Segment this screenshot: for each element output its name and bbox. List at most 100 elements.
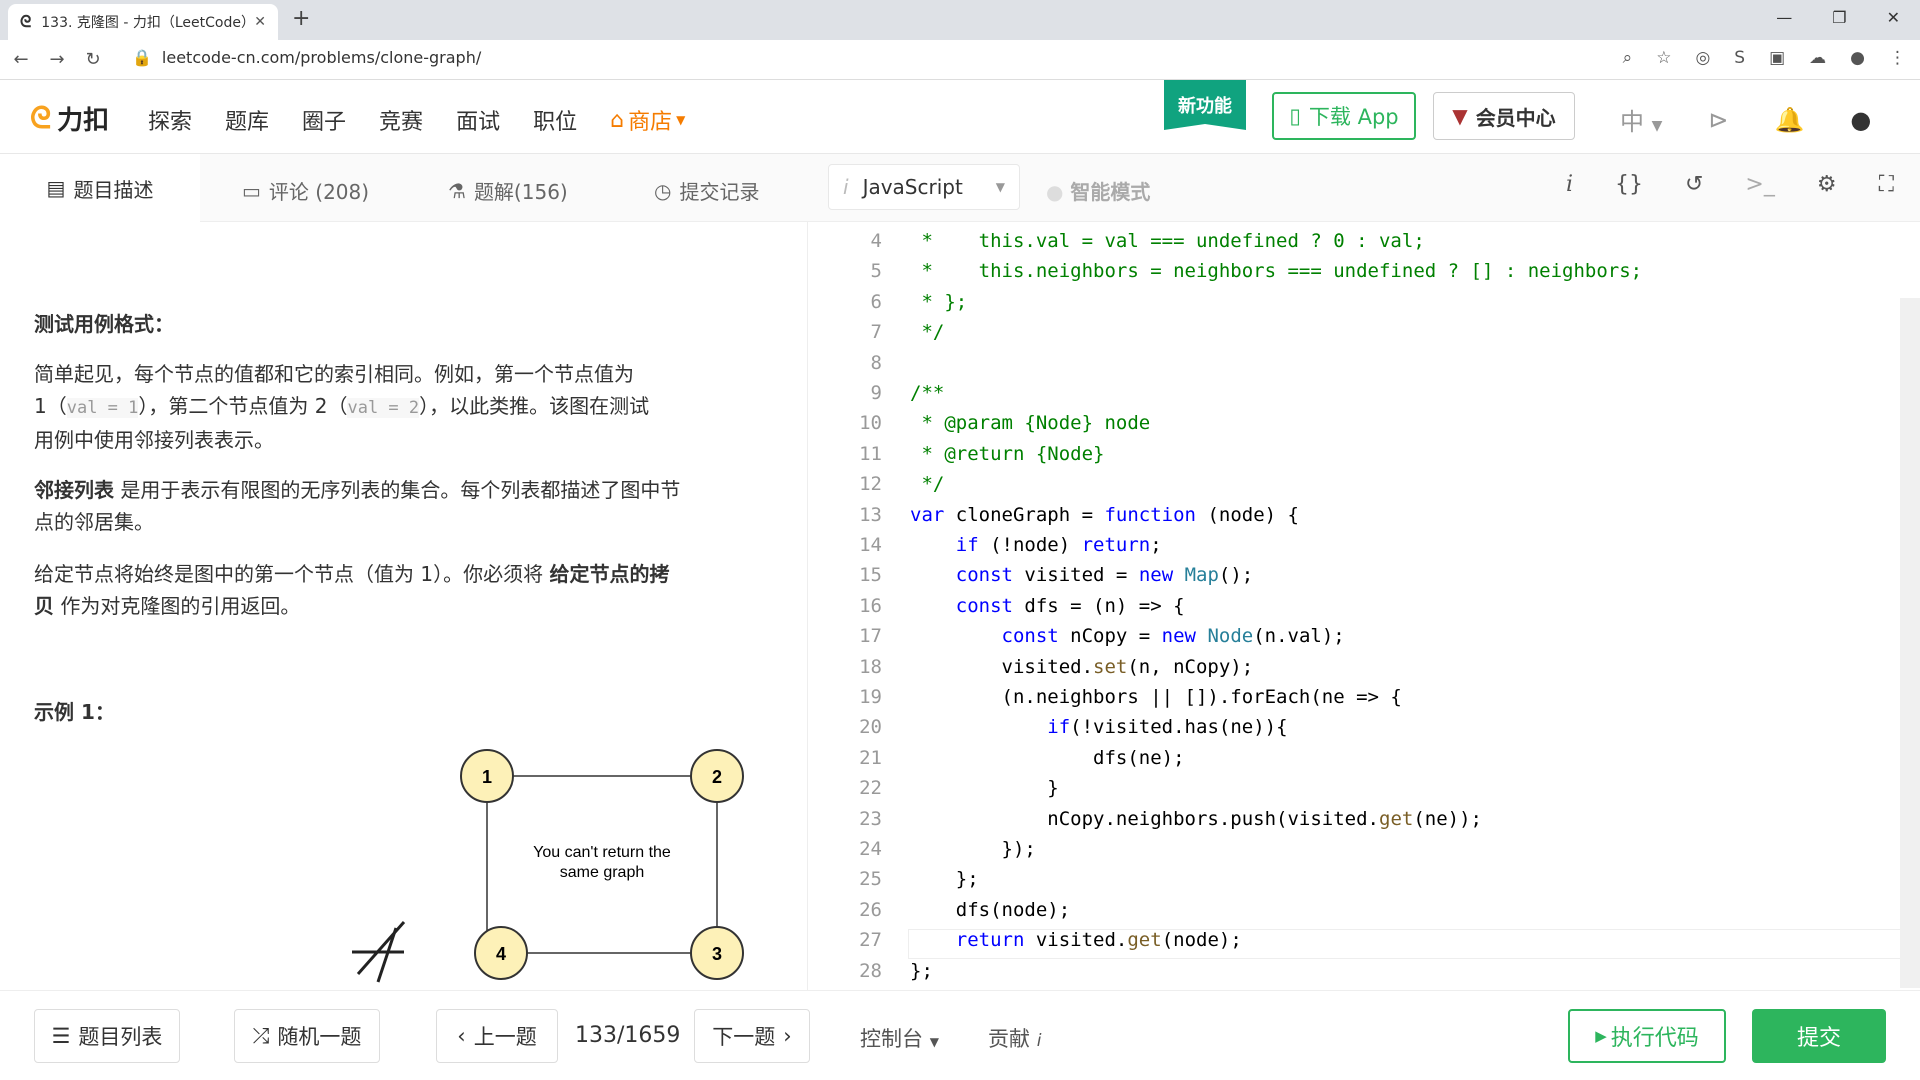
new-feature-badge[interactable]: 新功能 — [1164, 80, 1246, 130]
nav-problemset[interactable]: 题库 — [225, 104, 269, 136]
problem-list-button[interactable]: ☰ 题目列表 — [34, 1009, 180, 1063]
language-switch[interactable]: 中 ▼ — [1620, 102, 1662, 137]
chevron-down-icon: ▼ — [995, 180, 1005, 194]
logo[interactable]: ᘓ 力扣 — [30, 100, 109, 137]
code-line: 27 return visited.get(node); — [828, 929, 1920, 959]
code-token: new — [1138, 564, 1174, 587]
code-line: 28}; — [828, 960, 1920, 990]
smart-mode-label: 智能模式 — [1070, 180, 1151, 204]
chevron-left-icon: ‹ — [457, 1024, 466, 1048]
restore-icon[interactable]: ❐ — [1832, 8, 1846, 27]
extension-s-icon[interactable]: S — [1734, 48, 1745, 68]
code-token: dfs(ne); — [910, 746, 1185, 769]
playground-icon[interactable]: ⊳ — [1708, 106, 1728, 134]
code-line: 5 * this.neighbors = neighbors === undef… — [828, 260, 1920, 290]
browser-menu-icon[interactable]: ⋮ — [1889, 48, 1906, 68]
extension-icon[interactable]: ◎ — [1695, 48, 1710, 68]
nav-interview[interactable]: 面试 — [456, 104, 500, 136]
code-token: */ — [910, 473, 945, 496]
code-token: function — [1104, 503, 1196, 526]
download-app-label: 下载 App — [1308, 105, 1399, 129]
back-icon[interactable]: ← — [6, 49, 36, 70]
graph-node-2-label: 2 — [712, 767, 722, 787]
nav-explore[interactable]: 探索 — [148, 104, 192, 136]
line-number: 27 — [859, 929, 882, 952]
contribute-link[interactable]: 贡献 i — [988, 1023, 1041, 1053]
line-number: 21 — [859, 746, 882, 769]
smart-mode-toggle[interactable]: ● 智能模式 — [1046, 176, 1150, 205]
code-text: }; — [910, 960, 933, 982]
nav-contest[interactable]: 竞赛 — [379, 104, 423, 136]
nav-shop[interactable]: ⌂ 商店 ▼ — [610, 104, 685, 136]
extension-new-icon[interactable]: ▣ — [1769, 48, 1785, 68]
line-number: 6 — [870, 290, 882, 313]
close-tab-icon[interactable]: ✕ — [254, 14, 266, 30]
format-braces-icon[interactable]: {} — [1615, 172, 1643, 197]
console-toggle[interactable]: 控制台 ▼ — [860, 1023, 939, 1053]
browser-tab-title: 133. 克隆图 - 力扣（LeetCode） — [41, 15, 255, 31]
url-field[interactable]: 🔒 leetcode-cn.com/problems/clone-graph/ — [132, 48, 481, 67]
vip-center-button[interactable]: ▼ 会员中心 — [1433, 92, 1575, 140]
profile-avatar-icon[interactable]: ● — [1850, 48, 1865, 68]
header-right-tools: 中 ▼ ⊳ 🔔 ● — [1620, 102, 1871, 137]
language-select[interactable]: i JavaScript ▼ — [828, 164, 1020, 210]
run-code-button[interactable]: ▶ 执行代码 — [1568, 1009, 1726, 1063]
browser-tab[interactable]: ᘓ 133. 克隆图 - 力扣（LeetCode） ✕ — [8, 4, 278, 40]
prev-problem-button[interactable]: ‹ 上一题 — [436, 1009, 558, 1063]
tab-submissions[interactable]: ◷ 提交记录 — [654, 176, 759, 205]
phone-icon: ▯ — [1289, 104, 1301, 128]
code-token: (); — [1218, 564, 1254, 587]
tab-description[interactable]: ▤ 题目描述 — [0, 154, 200, 222]
cloud-icon[interactable]: ☁ — [1809, 48, 1826, 68]
settings-gear-icon[interactable]: ⚙ — [1817, 172, 1837, 197]
code-line: 15 const visited = new Map(); — [828, 564, 1920, 594]
reload-icon[interactable]: ↻ — [78, 49, 108, 70]
info-italic-icon[interactable]: i — [1566, 172, 1573, 197]
terminal-icon[interactable]: >_ — [1745, 172, 1774, 197]
code-text: (n.neighbors || []).forEach(ne => { — [910, 686, 1402, 708]
code-text: * this.val = val === undefined ? 0 : val… — [910, 230, 1424, 252]
code-text: } — [910, 777, 1058, 799]
next-problem-button[interactable]: 下一题 › — [694, 1009, 810, 1063]
zoom-icon[interactable]: ⌕ — [1623, 48, 1633, 68]
forward-icon[interactable]: → — [42, 49, 72, 70]
code-token: (node); — [1161, 929, 1242, 952]
bell-icon[interactable]: 🔔 — [1775, 106, 1805, 134]
reset-icon[interactable]: ↺ — [1685, 172, 1703, 197]
editor-scrollbar[interactable] — [1900, 298, 1920, 988]
problem-index: 133/1659 — [575, 1023, 681, 1048]
fullscreen-icon[interactable]: ⛶ — [1879, 172, 1894, 197]
code-token: set — [1093, 655, 1128, 678]
description-icon: ▤ — [46, 176, 66, 200]
code-line: 7 */ — [828, 321, 1920, 351]
nav-jobs[interactable]: 职位 — [533, 104, 577, 136]
code-token: }; — [910, 959, 933, 982]
flask-icon: ⚗ — [448, 178, 466, 203]
code-line: 23 nCopy.neighbors.push(visited.get(ne))… — [828, 808, 1920, 838]
user-avatar[interactable]: ● — [1850, 106, 1871, 134]
tab-comments[interactable]: ▭ 评论 (208) — [242, 176, 369, 205]
minimize-icon[interactable]: — — [1776, 8, 1792, 27]
line-number: 4 — [870, 230, 882, 252]
vip-icon: ▼ — [1452, 104, 1468, 128]
new-tab-button[interactable]: + — [292, 6, 310, 31]
code-text: */ — [910, 321, 944, 343]
address-bar: ← → ↻ 🔒 leetcode-cn.com/problems/clone-g… — [0, 40, 1920, 80]
bookmark-star-icon[interactable]: ☆ — [1656, 48, 1671, 68]
language-switch-label: 中 — [1620, 108, 1644, 136]
download-app-button[interactable]: ▯ 下载 App — [1272, 92, 1416, 140]
example-graph-diagram: 1 2 3 4 You can't return the same graph — [352, 749, 744, 983]
tab-solutions[interactable]: ⚗ 题解(156) — [448, 176, 568, 205]
submit-button[interactable]: 提交 — [1752, 1009, 1886, 1063]
code-editor[interactable]: 4 * this.val = val === undefined ? 0 : v… — [828, 222, 1920, 990]
code-token: (ne)); — [1413, 807, 1482, 830]
browser-extension-icons: ⌕ ☆ ◎ S ▣ ☁ ● ⋮ — [1623, 48, 1906, 68]
random-problem-button[interactable]: ⤮ 随机一题 — [234, 1009, 380, 1063]
close-window-icon[interactable]: ✕ — [1887, 8, 1900, 27]
nav-circle[interactable]: 圈子 — [302, 104, 346, 136]
code-token: get — [1127, 929, 1162, 952]
